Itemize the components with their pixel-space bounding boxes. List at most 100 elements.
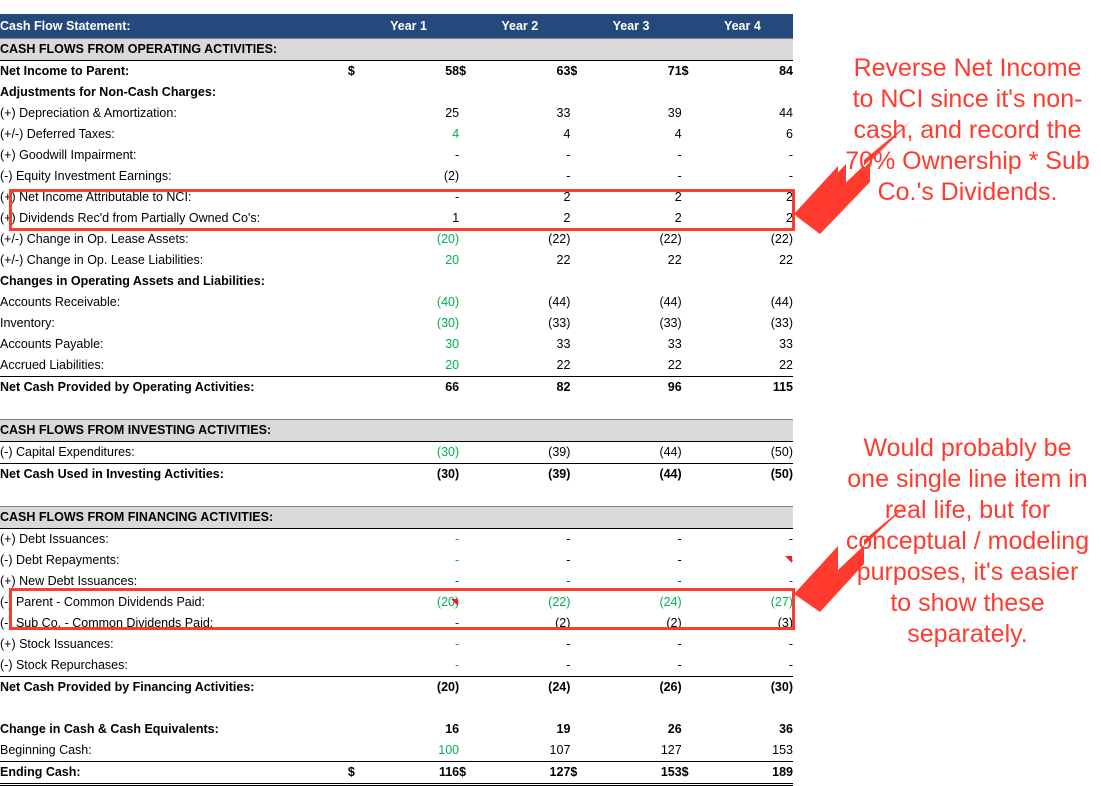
row-currency-symbol <box>459 250 487 271</box>
row-value-year-2: 22 <box>556 358 571 372</box>
row-currency-symbol <box>348 634 376 655</box>
row-value-year-1: - <box>454 574 460 588</box>
row-currency-symbol <box>348 550 376 571</box>
spacer-row <box>0 485 793 507</box>
row-currency-symbol: $ <box>681 64 689 78</box>
row-value-year-3: (22) <box>659 232 682 246</box>
table-row: (-) Parent - Common Dividends Paid: (20) (… <box>0 592 793 613</box>
row-value-year-2: (44) <box>548 295 571 309</box>
row-label: (-) Capital Expenditures: <box>0 445 135 459</box>
row-value-year-4: (50) <box>770 445 793 459</box>
row-currency-symbol <box>681 676 710 698</box>
row-currency-symbol <box>570 592 598 613</box>
table-row: (+) Depreciation & Amortization: 25 33 39 44 <box>0 103 793 124</box>
row-currency-symbol <box>682 313 710 334</box>
row-value-year-1: 20 <box>445 253 460 267</box>
row-currency-symbol <box>682 82 710 103</box>
row-currency-symbol <box>348 187 376 208</box>
row-currency-symbol <box>682 271 710 292</box>
spacer-row <box>0 698 793 719</box>
row-currency-symbol <box>570 613 598 634</box>
row-value-year-1: - <box>454 637 460 651</box>
spacer-cell <box>0 398 793 420</box>
row-value-year-4: (27) <box>770 595 793 609</box>
row-currency-symbol <box>682 334 710 355</box>
row-value-year-1: 25 <box>445 106 460 120</box>
row-label: Net Cash Provided by Financing Activitie… <box>0 676 348 698</box>
spreadsheet-region: Cash Flow Statement: Year 1 Year 2 Year 3 Ye… <box>0 14 793 786</box>
row-value-year-2: (39) <box>487 463 571 485</box>
spacer-cell <box>0 698 793 719</box>
row-currency-symbol <box>348 250 376 271</box>
column-header-year-4: Year 4 <box>709 14 793 39</box>
row-value-year-4: - <box>788 148 793 162</box>
row-currency-symbol <box>459 634 487 655</box>
row-currency-symbol <box>459 208 487 229</box>
row-value-year-1: - <box>454 148 460 162</box>
row-value-year-4: - <box>788 574 793 588</box>
row-value-year-1 <box>376 271 459 292</box>
row-label: Ending Cash: <box>0 761 348 786</box>
row-currency-symbol: $ <box>347 64 355 78</box>
row-value-year-2 <box>487 271 570 292</box>
row-value-year-4 <box>710 82 793 103</box>
row-label: (-) Parent - Common Dividends Paid: <box>0 595 205 609</box>
header-currency-spacer <box>459 14 488 39</box>
row-currency-symbol <box>682 655 710 677</box>
row-value-year-2: 22 <box>556 253 571 267</box>
row-currency-symbol: $ <box>570 64 578 78</box>
row-label: Inventory: <box>0 316 55 330</box>
row-value-year-1: 16 <box>445 722 460 736</box>
row-currency-symbol <box>348 529 376 551</box>
row-currency-symbol <box>459 550 487 571</box>
row-currency-symbol <box>682 355 710 377</box>
row-value-year-2: - <box>566 637 571 651</box>
row-currency-symbol <box>682 592 710 613</box>
row-value-year-2: (39) <box>548 445 571 459</box>
section-band-label: CASH FLOWS FROM OPERATING ACTIVITIES: <box>0 38 793 61</box>
row-currency-symbol <box>459 676 488 698</box>
row-value-year-2: (33) <box>548 316 571 330</box>
row-currency-symbol <box>348 145 376 166</box>
row-value-year-4: 189 <box>709 761 793 786</box>
header-currency-spacer <box>570 14 599 39</box>
row-label: Net Cash Provided by Operating Activitie… <box>0 376 348 398</box>
row-value-year-2: (22) <box>548 595 571 609</box>
row-currency-symbol <box>570 124 598 145</box>
row-value-year-4 <box>710 271 793 292</box>
row-value-year-2: (24) <box>487 676 571 698</box>
row-label: (-) Sub Co. - Common Dividends Paid: <box>0 616 214 630</box>
section-band-label: CASH FLOWS FROM INVESTING ACTIVITIES: <box>0 419 793 442</box>
row-label: (+) Goodwill Impairment: <box>0 148 137 162</box>
row-value-year-4: - <box>788 169 793 183</box>
column-header-year-3: Year 3 <box>598 14 682 39</box>
row-value-year-3: 2 <box>674 190 682 204</box>
row-value-year-4: 115 <box>709 376 793 398</box>
table-row: (-) Debt Repayments: - - - - <box>0 550 793 571</box>
row-currency-symbol <box>347 463 376 485</box>
row-currency-symbol <box>570 634 598 655</box>
row-value-year-3: - <box>677 658 682 672</box>
row-currency-symbol <box>682 613 710 634</box>
row-value-year-1: (30) <box>436 316 460 330</box>
row-currency-symbol <box>459 655 487 677</box>
row-label: Net Income to Parent: <box>0 64 130 78</box>
row-label: (+) New Debt Issuances: <box>0 574 138 588</box>
row-value-year-1: - <box>454 532 460 546</box>
row-value-year-4: 22 <box>779 358 793 372</box>
row-currency-symbol <box>459 463 488 485</box>
column-header-year-1: Year 1 <box>375 14 460 39</box>
column-header-year-2: Year 2 <box>487 14 571 39</box>
row-value-year-1: 30 <box>445 337 460 351</box>
row-currency-symbol <box>348 292 376 313</box>
table-row: (-) Stock Repurchases: - - - - <box>0 655 793 677</box>
row-currency-symbol <box>459 187 487 208</box>
table-row: (+) Goodwill Impairment: - - - - <box>0 145 793 166</box>
row-currency-symbol <box>459 529 487 551</box>
row-value-year-1: 100 <box>438 743 460 757</box>
row-value-year-1: (20) <box>375 676 460 698</box>
row-value-year-4: 33 <box>779 337 793 351</box>
table-row: Net Cash Used in Investing Activities: (3… <box>0 463 793 485</box>
section-band-row: CASH FLOWS FROM INVESTING ACTIVITIES: <box>0 419 793 442</box>
row-value-year-1: 1 <box>452 211 460 225</box>
